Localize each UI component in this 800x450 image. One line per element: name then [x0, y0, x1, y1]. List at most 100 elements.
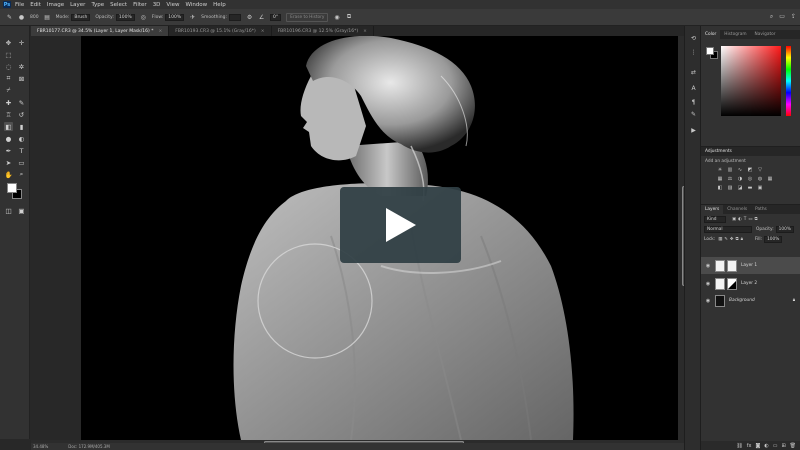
blur-tool-icon[interactable]: ●: [4, 134, 13, 143]
close-tab-icon[interactable]: ×: [261, 29, 265, 34]
paragraph-panel-icon[interactable]: ¶: [689, 98, 698, 107]
smoothing-settings-icon[interactable]: ⚙: [246, 14, 253, 21]
black-white-icon[interactable]: ◑: [737, 176, 743, 182]
delete-layer-icon[interactable]: 🗑︎: [790, 443, 796, 449]
brush-tool-icon[interactable]: ✎: [17, 98, 26, 107]
layer-mask-thumbnail[interactable]: [727, 259, 737, 272]
threshold-icon[interactable]: ◪: [737, 185, 743, 191]
hue-saturation-icon[interactable]: ▦: [717, 176, 723, 182]
link-layers-icon[interactable]: ⛓: [736, 443, 742, 449]
selective-color-icon[interactable]: ▣: [757, 185, 763, 191]
eraser-tool-icon[interactable]: ✎: [6, 14, 13, 21]
hue-slider[interactable]: [786, 46, 791, 116]
share-icon[interactable]: ⇪: [791, 13, 796, 21]
eraser-tool-icon[interactable]: ◧: [4, 122, 13, 131]
color-lookup-icon[interactable]: ▦: [767, 176, 773, 182]
blend-mode-select[interactable]: Normal: [704, 225, 752, 233]
mode-select[interactable]: Brush: [71, 13, 91, 21]
menu-type[interactable]: Type: [91, 2, 104, 8]
menu-layer[interactable]: Layer: [70, 2, 85, 8]
close-tab-icon[interactable]: ×: [158, 29, 162, 34]
lasso-tool-icon[interactable]: ◌: [4, 62, 13, 71]
swatches-panel-icon[interactable]: ⋮: [689, 48, 698, 57]
layer-row-background[interactable]: ◉ Background 🔒︎: [701, 292, 800, 309]
layer-name[interactable]: Layer 2: [741, 281, 757, 286]
artboard-tool-icon[interactable]: ✛: [17, 38, 26, 47]
layer-opacity-input[interactable]: 100%: [775, 225, 794, 233]
doc-tab-1[interactable]: FBR10177.CR3 @ 34.5% (Layer 1, Layer Mas…: [31, 26, 170, 36]
visibility-eye-icon[interactable]: ◉: [704, 281, 712, 287]
crop-tool-icon[interactable]: ⌗: [4, 74, 13, 83]
doc-tab-3[interactable]: FBR10196.CR3 @ 12.5% (Gray/16*) ×: [272, 26, 374, 36]
menu-filter[interactable]: Filter: [133, 2, 147, 8]
dodge-tool-icon[interactable]: ◐: [17, 134, 26, 143]
properties-panel-icon[interactable]: ⇄: [689, 68, 698, 77]
channel-mixer-icon[interactable]: ◍: [757, 176, 763, 182]
brightness-contrast-icon[interactable]: ☀: [717, 167, 723, 173]
magic-wand-icon[interactable]: ✲: [17, 62, 26, 71]
menu-help[interactable]: Help: [213, 2, 226, 8]
healing-brush-icon[interactable]: ✚: [4, 98, 13, 107]
new-group-icon[interactable]: ▭: [773, 443, 778, 449]
zoom-tool-icon[interactable]: ⌕: [17, 170, 26, 179]
tab-paths[interactable]: Paths: [751, 205, 771, 214]
new-layer-icon[interactable]: ⊞: [781, 443, 785, 449]
history-panel-icon[interactable]: ⟲: [689, 34, 698, 43]
posterize-icon[interactable]: ▨: [727, 185, 733, 191]
color-picker-field[interactable]: [721, 46, 781, 116]
menu-edit[interactable]: Edit: [30, 2, 41, 8]
pen-tool-icon[interactable]: ✒: [4, 146, 13, 155]
tab-layers[interactable]: Layers: [701, 205, 724, 214]
menu-view[interactable]: View: [166, 2, 179, 8]
zoom-level[interactable]: 34.48%: [33, 444, 48, 449]
layer-name[interactable]: Background: [729, 298, 793, 303]
foreground-color-swatch[interactable]: [7, 183, 17, 193]
tab-navigator[interactable]: Navigator: [751, 30, 780, 39]
adjustments-title[interactable]: Adjustments: [701, 147, 800, 156]
search-icon[interactable]: ⌕: [770, 13, 773, 21]
layer-mask-thumbnail[interactable]: [727, 277, 737, 290]
vibrance-icon[interactable]: ▽: [757, 167, 763, 173]
exposure-icon[interactable]: ◩: [747, 167, 753, 173]
quick-mask-icon[interactable]: ◫: [4, 206, 13, 215]
tab-histogram[interactable]: Histogram: [720, 30, 750, 39]
brush-settings-icon[interactable]: ▤: [44, 14, 51, 21]
hand-tool-icon[interactable]: ✋: [4, 170, 13, 179]
menu-select[interactable]: Select: [110, 2, 127, 8]
symmetry-icon[interactable]: ⧉: [345, 13, 352, 21]
actions-panel-icon[interactable]: ▶: [689, 126, 698, 135]
history-brush-icon[interactable]: ↺: [17, 110, 26, 119]
move-tool-icon[interactable]: ✥: [4, 38, 13, 47]
pressure-size-icon[interactable]: ◉: [333, 14, 340, 21]
screen-mode-icon[interactable]: ▣: [17, 206, 26, 215]
workspace-icon[interactable]: ▭: [779, 13, 785, 21]
layer-filter-kind[interactable]: Kind: [704, 215, 726, 223]
doc-tab-2[interactable]: FBR10193.CR3 @ 15.1% (Gray/16*) ×: [169, 26, 272, 36]
menu-3d[interactable]: 3D: [153, 2, 161, 8]
video-play-button[interactable]: [340, 187, 461, 263]
gradient-map-icon[interactable]: ▬: [747, 185, 753, 191]
angle-icon[interactable]: ∠: [258, 14, 265, 21]
curves-icon[interactable]: ∿: [737, 167, 743, 173]
opacity-input[interactable]: 100%: [115, 13, 135, 21]
layer-fill-input[interactable]: 100%: [764, 235, 783, 243]
layer-style-icon[interactable]: fx: [747, 443, 752, 449]
brush-preset-picker-icon[interactable]: ●: [18, 14, 25, 21]
invert-icon[interactable]: ◧: [717, 185, 723, 191]
angle-input[interactable]: 0°: [270, 13, 282, 21]
levels-icon[interactable]: ▥: [727, 167, 733, 173]
lock-icons[interactable]: ▦✎✥⧉🔒︎: [718, 237, 745, 242]
path-selection-icon[interactable]: ➤: [4, 158, 13, 167]
type-tool-icon[interactable]: T: [17, 146, 26, 155]
airbrush-icon[interactable]: ✈: [189, 14, 196, 21]
menu-file[interactable]: File: [15, 2, 24, 8]
layer-filter-icons[interactable]: ▣◐T▭⧉: [732, 217, 760, 222]
layer-row-layer-1[interactable]: ◉ Layer 1: [701, 257, 800, 274]
menu-image[interactable]: Image: [47, 2, 64, 8]
layer-row-layer-2[interactable]: ◉ Layer 2: [701, 275, 800, 292]
marquee-tool-icon[interactable]: ⬚: [4, 50, 13, 59]
tab-channels[interactable]: Channels: [723, 205, 751, 214]
erase-to-history-checkbox[interactable]: Erase to History: [286, 12, 329, 22]
brushes-panel-icon[interactable]: ✎: [689, 110, 698, 119]
photo-filter-icon[interactable]: ◎: [747, 176, 753, 182]
